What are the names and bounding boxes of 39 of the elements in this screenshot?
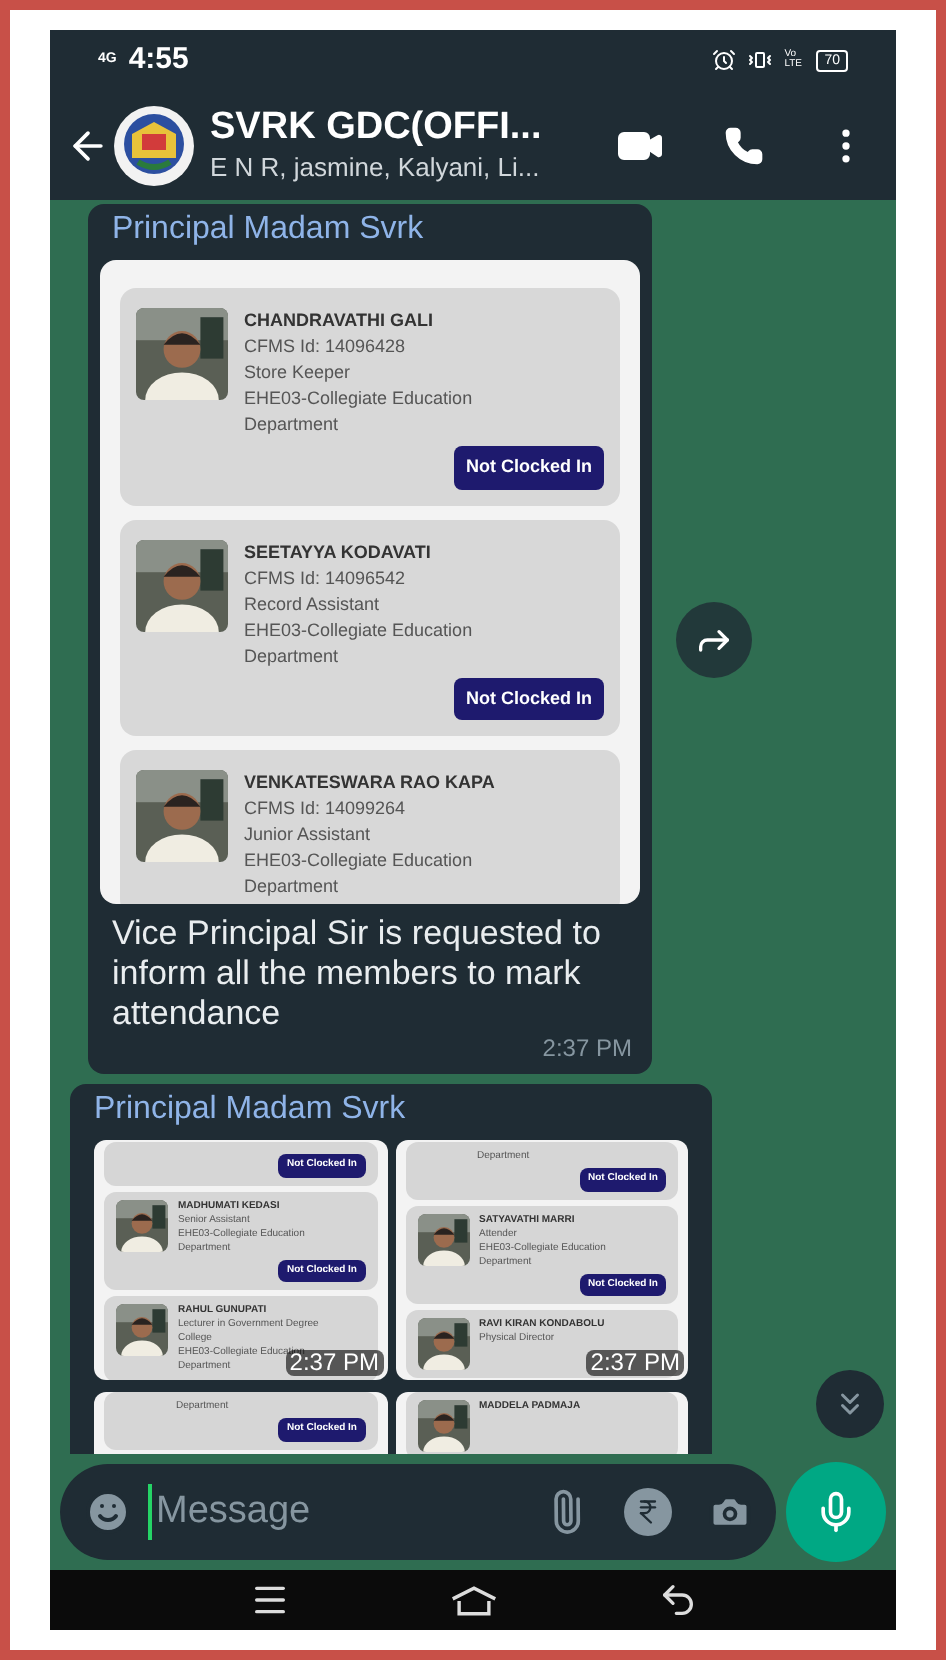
- phone-call-icon[interactable]: [724, 125, 764, 165]
- employee-role: Store Keeper: [244, 360, 351, 386]
- group-logo-icon: [114, 105, 194, 185]
- message-input[interactable]: Message: [148, 1483, 544, 1541]
- home-key-icon[interactable]: [447, 1583, 499, 1617]
- image-time: 2:37 PM: [586, 1350, 684, 1376]
- employee-department: EHE03-Collegiate Education: [244, 848, 473, 874]
- employee-department: EHE03-Collegiate Education: [244, 386, 473, 412]
- back-key-icon[interactable]: [657, 1580, 697, 1620]
- sender-name: Principal Madam Svrk: [110, 210, 426, 250]
- status-badge: Not Clocked In: [453, 446, 604, 489]
- rupee-icon[interactable]: [624, 1488, 672, 1536]
- forward-button[interactable]: [676, 601, 752, 677]
- scroll-down-button[interactable]: [816, 1370, 884, 1438]
- employee-name: CHANDRAVATHI GALI: [244, 308, 433, 334]
- employee-name: VENKATESWARA RAO KAPA: [244, 770, 495, 796]
- emoji-icon[interactable]: [84, 1488, 132, 1536]
- employee-name: SEETAYYA KODAVATI: [244, 539, 431, 565]
- message-text: Vice Principal Sir is requested to inform all the members to mark attendance: [110, 912, 603, 1034]
- employee-role: Junior Assistant: [244, 822, 371, 848]
- status-badge: Not Clocked In: [453, 677, 604, 720]
- clock-time: 4:55: [128, 39, 189, 80]
- employee-department: EHE03-Collegiate Education: [244, 617, 473, 643]
- employee-id: CFMS Id: 14099264: [244, 796, 406, 822]
- chat-title: SVRK GDC(OFFI...: [210, 106, 544, 150]
- vibrate-icon: [748, 48, 773, 72]
- chat-subtitle: E N R, jasmine, Kalyani, Li...: [210, 150, 542, 184]
- sender-name: Principal Madam Svrk: [92, 1090, 408, 1130]
- employee-department: Department: [244, 874, 339, 900]
- message-time: 2:37 PM: [542, 1034, 634, 1062]
- employee-id: CFMS Id: 14096542: [244, 565, 406, 591]
- image-attachment[interactable]: [100, 260, 640, 904]
- employee-department: Department: [244, 412, 339, 438]
- message-field[interactable]: Message: [60, 1464, 776, 1560]
- alarm-icon: [712, 48, 737, 72]
- employee-id: CFMS Id: 14096428: [244, 334, 406, 360]
- employee-department: Department: [244, 643, 339, 669]
- employee-role: Record Assistant: [244, 591, 380, 617]
- mic-button[interactable]: [786, 1462, 886, 1562]
